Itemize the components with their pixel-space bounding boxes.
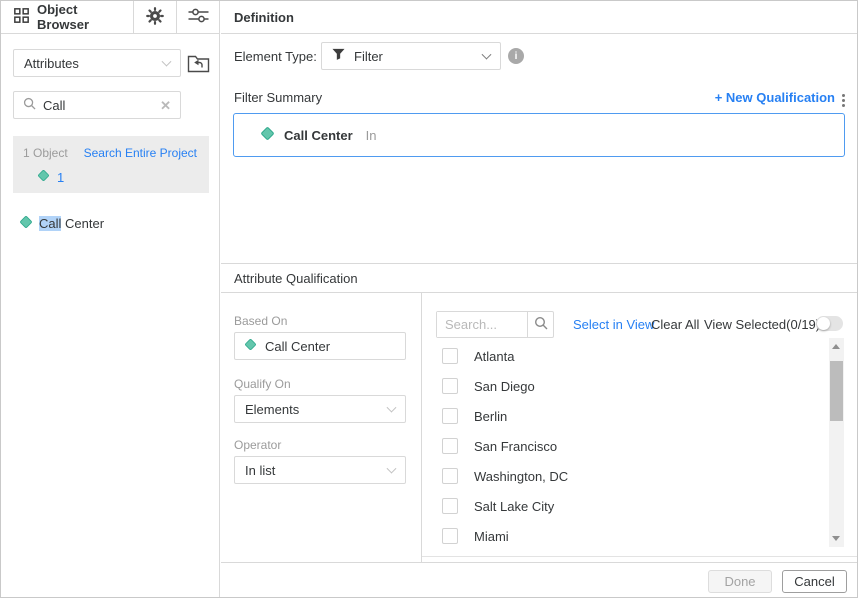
grid-icon: [14, 8, 29, 26]
attribute-qualification-header: Attribute Qualification: [221, 263, 858, 293]
kebab-menu-icon[interactable]: [841, 93, 846, 108]
based-on-label: Based On: [234, 314, 287, 328]
attribute-diamond-icon: [37, 169, 50, 185]
element-checkbox[interactable]: [442, 408, 458, 424]
tree-item-label-rest: Center: [61, 216, 104, 231]
element-checkbox[interactable]: [442, 528, 458, 544]
definition-title: Definition: [234, 10, 294, 25]
search-results-summary: 1 Object Search Entire Project 1: [13, 136, 209, 193]
object-browser-title-cell: Object Browser: [1, 1, 134, 33]
element-label: San Diego: [474, 379, 535, 394]
attribute-qualification-title: Attribute Qualification: [234, 271, 358, 286]
element-type-value: Filter: [354, 49, 383, 64]
element-row[interactable]: San Diego: [436, 371, 821, 401]
search-match-highlight: Call: [39, 216, 61, 231]
element-label: Salt Lake City: [474, 499, 554, 514]
definition-header: Definition: [221, 1, 858, 34]
scroll-up-icon[interactable]: [832, 344, 840, 349]
view-selected-label: View Selected(0/19): [704, 317, 820, 332]
filter-summary-label: Filter Summary: [234, 90, 322, 105]
list-bottom-border: [422, 556, 858, 557]
display-options-button[interactable]: [177, 1, 220, 33]
object-browser-panel: Object Browser: [1, 1, 220, 598]
tree-item-label: Call Center: [39, 216, 104, 231]
clear-all-link[interactable]: Clear All: [651, 317, 699, 332]
element-row[interactable]: Atlanta: [436, 341, 821, 371]
element-checkbox[interactable]: [442, 498, 458, 514]
element-type-label: Element Type:: [234, 49, 317, 64]
qualify-on-value: Elements: [245, 402, 299, 417]
based-on-field[interactable]: Call Center: [234, 332, 406, 360]
element-row[interactable]: Berlin: [436, 401, 821, 431]
attribute-diamond-icon: [19, 215, 33, 232]
tree-item-call-center[interactable]: Call Center: [19, 212, 104, 234]
sidebar-search-box: ✕: [13, 91, 181, 119]
search-icon: [23, 97, 36, 113]
done-button[interactable]: Done: [708, 570, 772, 593]
scrollbar-thumb[interactable]: [830, 361, 843, 421]
qualify-on-label: Qualify On: [234, 377, 291, 391]
attribute-diamond-icon: [244, 338, 257, 354]
search-icon: [534, 316, 548, 333]
element-checkbox[interactable]: [442, 348, 458, 364]
elements-search-box: [436, 311, 554, 338]
element-label: Miami: [474, 529, 509, 544]
operator-label: Operator: [234, 438, 281, 452]
element-type-dropdown[interactable]: Filter: [321, 42, 501, 70]
view-selected-toggle[interactable]: [816, 316, 843, 331]
object-browser-title: Object Browser: [37, 2, 133, 32]
operator-dropdown[interactable]: In list: [234, 456, 406, 484]
element-row[interactable]: Miami: [436, 521, 821, 551]
result-type-count: 1: [57, 170, 64, 185]
chevron-down-icon: [482, 50, 492, 60]
cancel-button[interactable]: Cancel: [782, 570, 847, 593]
element-label: San Francisco: [474, 439, 557, 454]
dialog-footer: Done Cancel: [221, 562, 858, 598]
qualification-row[interactable]: Call Center In: [233, 113, 845, 157]
info-icon[interactable]: i: [508, 48, 524, 64]
element-checkbox[interactable]: [442, 378, 458, 394]
result-count-label: 1 Object: [23, 146, 68, 160]
object-type-dropdown[interactable]: Attributes: [13, 49, 181, 77]
chevron-down-icon: [162, 57, 172, 67]
vertical-divider: [421, 293, 422, 562]
result-type-count-chip[interactable]: 1: [13, 160, 209, 185]
element-label: Atlanta: [474, 349, 514, 364]
element-checkbox[interactable]: [442, 438, 458, 454]
chevron-down-icon: [387, 464, 397, 474]
based-on-value: Call Center: [265, 339, 330, 354]
folder-up-icon: [187, 62, 210, 77]
elements-search-button[interactable]: [527, 312, 553, 337]
gear-icon: [146, 7, 164, 28]
object-type-value: Attributes: [24, 56, 79, 71]
elements-scrollbar[interactable]: [829, 338, 844, 547]
browse-folder-button[interactable]: [187, 52, 210, 74]
qualification-attribute: Call Center: [284, 128, 353, 143]
settings-button[interactable]: [134, 1, 177, 33]
element-row[interactable]: San Francisco: [436, 431, 821, 461]
clear-search-icon[interactable]: ✕: [160, 99, 171, 112]
element-label: Berlin: [474, 409, 507, 424]
select-in-view-link[interactable]: Select in View: [573, 317, 654, 332]
qualify-on-dropdown[interactable]: Elements: [234, 395, 406, 423]
element-row[interactable]: Washington, DC: [436, 461, 821, 491]
sidebar-search-input[interactable]: [43, 98, 153, 113]
element-checkbox[interactable]: [442, 468, 458, 484]
filter-editor-dialog: Object Browser: [0, 0, 858, 598]
object-browser-header: Object Browser: [1, 1, 220, 34]
qualification-operator: In: [366, 128, 377, 143]
element-row[interactable]: Salt Lake City: [436, 491, 821, 521]
element-label: Washington, DC: [474, 469, 568, 484]
search-entire-project-link[interactable]: Search Entire Project: [84, 146, 197, 160]
elements-search-input[interactable]: [437, 312, 527, 337]
chevron-down-icon: [387, 403, 397, 413]
attribute-diamond-icon: [260, 126, 275, 144]
scroll-down-icon[interactable]: [832, 536, 840, 541]
operator-value: In list: [245, 463, 275, 478]
new-qualification-link[interactable]: + New Qualification: [715, 90, 835, 105]
sliders-icon: [188, 7, 209, 27]
filter-icon: [332, 48, 345, 64]
